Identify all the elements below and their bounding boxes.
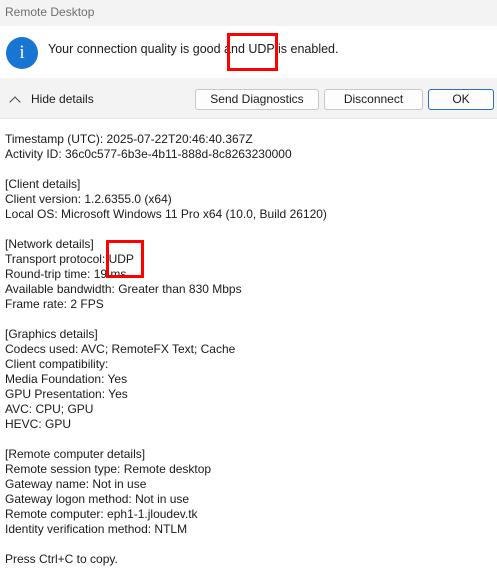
detail-codecs-used: Codecs used: AVC; RemoteFX Text; Cache <box>5 342 236 356</box>
section-client-details: [Client details] <box>5 177 81 191</box>
detail-gpu-presentation: GPU Presentation: Yes <box>5 387 128 401</box>
udp-highlight-box <box>227 33 278 71</box>
transport-protocol-highlight-box <box>106 240 144 278</box>
copy-hint: Press Ctrl+C to copy. <box>5 552 118 566</box>
info-icon: i <box>6 37 38 69</box>
detail-gateway-logon-method: Gateway logon method: Not in use <box>5 492 190 506</box>
hide-details-toggle[interactable]: Hide details <box>8 89 94 109</box>
section-network-details: [Network details] <box>5 237 94 251</box>
chevron-up-icon <box>9 95 21 108</box>
detail-available-bandwidth: Available bandwidth: Greater than 830 Mb… <box>5 282 242 296</box>
detail-remote-session-type: Remote session type: Remote desktop <box>5 462 212 476</box>
detail-client-compatibility: Client compatibility: <box>5 357 109 371</box>
connection-quality-message: Your connection quality is good and UDP … <box>48 42 339 56</box>
hide-details-label: Hide details <box>31 92 94 106</box>
ok-button[interactable]: OK <box>428 89 494 110</box>
detail-frame-rate: Frame rate: 2 FPS <box>5 297 104 311</box>
disconnect-button[interactable]: Disconnect <box>324 89 423 110</box>
detail-client-version: Client version: 1.2.6355.0 (x64) <box>5 192 172 206</box>
detail-hevc: HEVC: GPU <box>5 417 72 431</box>
detail-identity-verification: Identity verification method: NTLM <box>5 522 188 536</box>
detail-media-foundation: Media Foundation: Yes <box>5 372 128 386</box>
detail-activity-id: Activity ID: 36c0c577-6b3e-4b11-888d-8c8… <box>5 147 292 161</box>
section-remote-computer-details: [Remote computer details] <box>5 447 146 461</box>
detail-timestamp: Timestamp (UTC): 2025-07-22T20:46:40.367… <box>5 132 253 146</box>
detail-avc: AVC: CPU; GPU <box>5 402 94 416</box>
detail-gateway-name: Gateway name: Not in use <box>5 477 147 491</box>
window-title: Remote Desktop <box>0 0 497 26</box>
send-diagnostics-button[interactable]: Send Diagnostics <box>195 89 319 110</box>
section-graphics-details: [Graphics details] <box>5 327 98 341</box>
connection-details-panel: Timestamp (UTC): 2025-07-22T20:46:40.367… <box>0 118 497 570</box>
action-bar: Hide details Send Diagnostics Disconnect… <box>0 78 497 118</box>
detail-remote-computer: Remote computer: eph1-1.jloudev.tk <box>5 507 198 521</box>
detail-local-os: Local OS: Microsoft Windows 11 Pro x64 (… <box>5 207 327 221</box>
